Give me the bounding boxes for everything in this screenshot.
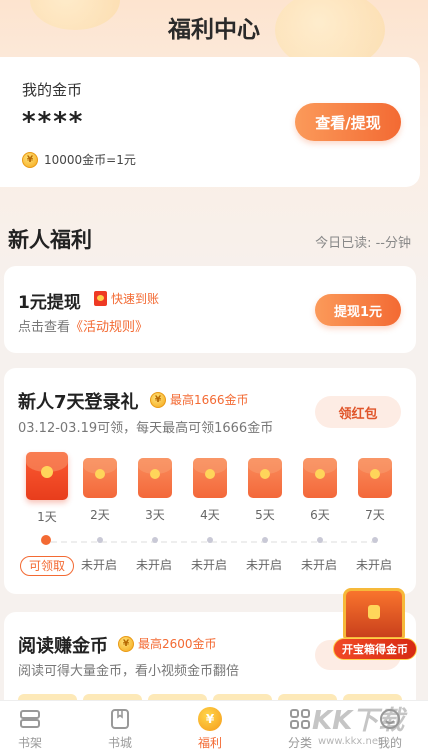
red-packet-icon	[83, 458, 117, 498]
coin-icon: ¥	[198, 707, 222, 731]
section-title-newbie: 新人福利	[8, 228, 92, 252]
treasure-label: 开宝箱得金币	[333, 638, 417, 660]
day-item-3[interactable]: 3天	[135, 458, 175, 523]
progress-dot	[41, 535, 51, 545]
day-state: 未开启	[80, 558, 117, 572]
view-withdraw-button[interactable]: 查看/提现	[295, 103, 401, 141]
gold-value: ****	[22, 107, 85, 137]
progress-dot	[207, 537, 213, 543]
gold-rate: ¥ 10000金币=1元	[22, 151, 136, 168]
tab-bookshelf[interactable]: 书架	[0, 707, 60, 751]
activity-rules-link[interactable]: 《活动规则》	[70, 320, 148, 335]
day-label: 4天	[200, 508, 220, 522]
day-state: 未开启	[355, 558, 392, 572]
coin-icon: ¥	[22, 151, 38, 168]
red-packet-icon	[303, 458, 337, 498]
day-item-1[interactable]: 1天	[25, 452, 69, 525]
day-item-7[interactable]: 7天	[355, 458, 395, 523]
grid-icon	[288, 707, 312, 731]
red-packet-icon	[248, 458, 282, 498]
day-label: 6天	[310, 508, 330, 522]
day-label: 5天	[255, 508, 275, 522]
red-packet-icon	[193, 458, 227, 498]
tab-welfare[interactable]: ¥ 福利	[180, 707, 240, 751]
day-item-5[interactable]: 5天	[245, 458, 285, 523]
progress-dot	[152, 537, 158, 543]
login-gift-title: 新人7天登录礼	[18, 392, 139, 413]
day-label: 3天	[145, 508, 165, 522]
day-state: 未开启	[300, 558, 337, 572]
read-earn-badge: ¥ 最高2600金币	[118, 635, 217, 652]
progress-dot	[97, 537, 103, 543]
progress-dot	[372, 537, 378, 543]
watermark-url: www.kkx.net	[318, 736, 382, 747]
gold-label: 我的金币	[22, 81, 83, 99]
red-packet-icon	[94, 291, 107, 306]
claim-red-packet-button[interactable]: 领红包	[315, 396, 401, 428]
tab-label: 福利	[197, 736, 222, 750]
login-gift-badge: ¥ 最高1666金币	[150, 391, 249, 408]
today-read-status: 今日已读: --分钟	[315, 236, 411, 251]
read-earn-desc: 阅读可得大量金币，看小视频金币翻倍	[18, 664, 240, 679]
coin-icon: ¥	[118, 635, 134, 652]
tab-label: 书架	[17, 736, 42, 750]
progress-dot	[262, 537, 268, 543]
tab-label: 书城	[107, 736, 132, 750]
red-packet-icon	[358, 458, 392, 498]
withdraw-title: 1元提现	[18, 293, 81, 313]
withdraw-desc-prefix: 点击查看	[18, 320, 71, 335]
red-packet-icon	[138, 458, 172, 498]
day-state: 未开启	[135, 558, 172, 572]
watermark-logo: KK下载	[312, 706, 405, 736]
withdraw-tag: 快速到账	[94, 290, 159, 307]
day-label: 2天	[90, 508, 110, 522]
day-state-claimable[interactable]: 可领取	[20, 556, 74, 576]
day-state: 未开启	[190, 558, 227, 572]
tab-bookstore[interactable]: 书城	[90, 707, 150, 751]
withdraw-tag-text: 快速到账	[111, 292, 160, 306]
day-label: 7天	[365, 508, 385, 522]
treasure-chest-button[interactable]: 开宝箱得金币	[333, 588, 417, 666]
day-state: 未开启	[245, 558, 282, 572]
login-gift-card: 新人7天登录礼 ¥ 最高1666金币 03.12-03.19可领，每天最高可领1…	[4, 368, 416, 594]
day-item-4[interactable]: 4天	[190, 458, 230, 523]
day-item-2[interactable]: 2天	[80, 458, 120, 523]
progress-dot	[317, 537, 323, 543]
coin-icon: ¥	[150, 391, 166, 408]
read-earn-badge-text: 最高2600金币	[138, 637, 217, 651]
day-item-6[interactable]: 6天	[300, 458, 340, 523]
book-icon	[108, 707, 132, 731]
treasure-chest-icon	[343, 588, 405, 640]
page-title: 福利中心	[168, 17, 260, 43]
withdraw-desc: 点击查看《活动规则》	[18, 316, 148, 335]
day-label: 1天	[37, 510, 57, 524]
login-gift-desc: 03.12-03.19可领，每天最高可领1666金币	[18, 421, 274, 436]
gold-rate-text: 10000金币=1元	[44, 153, 136, 167]
bookshelf-icon	[18, 707, 42, 731]
withdraw-card: 1元提现 快速到账 点击查看《活动规则》 提现1元	[4, 266, 416, 353]
withdraw-1yuan-button[interactable]: 提现1元	[315, 294, 401, 326]
red-packet-icon	[26, 452, 68, 500]
read-earn-title: 阅读赚金币	[18, 636, 108, 657]
login-gift-badge-text: 最高1666金币	[170, 393, 249, 407]
